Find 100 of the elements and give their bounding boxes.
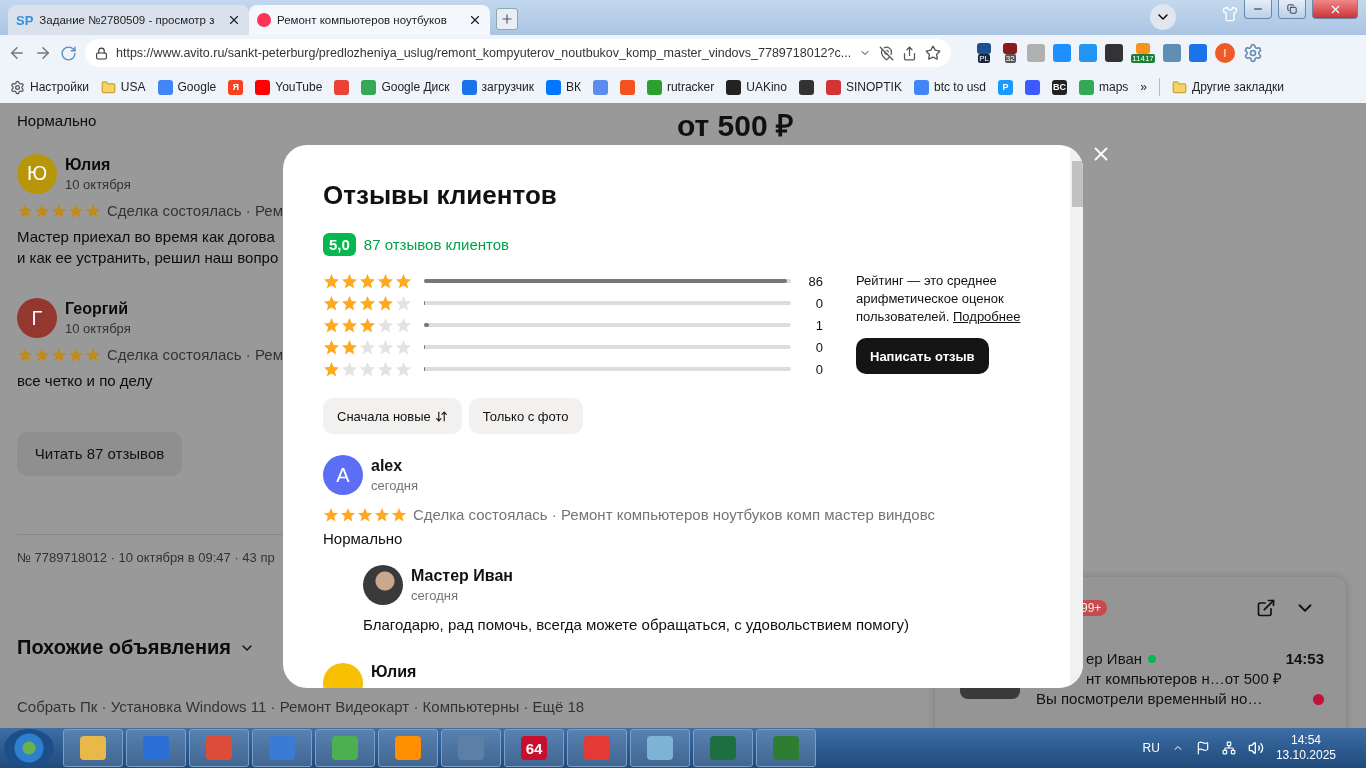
reload-icon[interactable] xyxy=(60,44,77,62)
chat-name: ер Иван xyxy=(1086,649,1143,669)
taskbar-app[interactable] xyxy=(441,729,501,767)
bookmark-star-icon[interactable] xyxy=(925,45,942,61)
star-icon xyxy=(377,316,394,334)
gear-icon xyxy=(10,79,25,95)
star-icon xyxy=(341,294,358,312)
reviewer-name: Юлия xyxy=(371,663,417,682)
bookmark-icon[interactable]: BC xyxy=(1052,79,1067,95)
bookmark[interactable]: maps xyxy=(1079,79,1129,95)
review-text: все четко и по делу xyxy=(17,370,153,391)
taskbar-app[interactable] xyxy=(315,729,375,767)
more-bookmarks-button[interactable]: » xyxy=(1140,80,1147,94)
bookmark[interactable]: Google Диск xyxy=(361,79,450,95)
star-icon xyxy=(391,506,407,523)
review-date: 10 октября xyxy=(65,320,131,339)
taskbar-app[interactable] xyxy=(693,729,753,767)
star-icon xyxy=(341,338,358,356)
new-tab-button[interactable] xyxy=(496,8,518,30)
taskbar-app[interactable] xyxy=(63,729,123,767)
read-reviews-button[interactable]: Читать 87 отзывов xyxy=(17,431,182,476)
taskbar-app[interactable] xyxy=(126,729,186,767)
bookmark[interactable]: ВК xyxy=(545,79,581,95)
forward-icon[interactable] xyxy=(34,44,52,62)
rating-count: 0 xyxy=(814,339,823,355)
settings-icon[interactable] xyxy=(1242,43,1263,63)
close-button[interactable] xyxy=(1312,0,1358,19)
bookmark[interactable]: Настройки xyxy=(10,79,89,95)
clock[interactable]: 14:54 13.10.2025 xyxy=(1275,733,1336,763)
filter-chip[interactable]: Только с фото xyxy=(468,398,583,434)
site-icon xyxy=(461,79,477,95)
review-text: Нормально xyxy=(323,528,404,549)
bookmark[interactable]: Google xyxy=(157,79,217,95)
site-icon xyxy=(255,79,271,95)
language-indicator[interactable]: RU xyxy=(1142,741,1160,755)
volume-icon[interactable] xyxy=(1247,740,1264,756)
site-icon xyxy=(545,79,561,95)
tab-search-button[interactable] xyxy=(1150,4,1176,30)
star-icon xyxy=(395,360,412,378)
taskbar-app[interactable] xyxy=(378,729,438,767)
bookmark-folder[interactable]: Другие закладки xyxy=(1172,79,1284,95)
review-meta: Сделка состоялась · Рем xyxy=(107,345,283,366)
close-icon[interactable] xyxy=(227,13,241,27)
tab-favicon: SP xyxy=(16,12,34,28)
browser-tab[interactable]: Ремонт компьютеров ноутбуков xyxy=(249,5,490,35)
bookmark[interactable]: загрузчик xyxy=(461,79,534,95)
star-icon xyxy=(85,202,101,219)
bookmark-icon[interactable]: Я xyxy=(228,79,244,95)
taskbar-app[interactable] xyxy=(756,729,816,767)
extension-icon[interactable] xyxy=(977,43,992,54)
bookmark[interactable]: btc to usd xyxy=(913,79,986,95)
address-bar[interactable]: https://www.avito.ru/sankt-peterburg/predlozheniya_uslug/remont_kompyuterov_noutbukov_komp_master_vindovs_7789718012?c... xyxy=(85,39,952,67)
user-avatar: Г xyxy=(17,298,57,339)
bookmark[interactable]: USA xyxy=(100,79,146,95)
star-icon xyxy=(323,294,340,312)
site-icon xyxy=(157,79,173,95)
star-icon xyxy=(341,272,358,290)
external-link-icon[interactable] xyxy=(1256,598,1276,618)
extension-badge: 32 xyxy=(1004,54,1016,63)
star-icon xyxy=(377,294,394,312)
extension-icon[interactable] xyxy=(1003,43,1018,54)
extension-badge: PL xyxy=(978,54,991,63)
taskbar-app[interactable]: 64 xyxy=(504,729,564,767)
taskbar-app[interactable] xyxy=(252,729,312,767)
extension-badge: 11417 xyxy=(1131,54,1155,63)
share-icon[interactable] xyxy=(902,45,918,61)
restore-button[interactable] xyxy=(1278,0,1306,19)
bookmark[interactable]: rutracker xyxy=(646,79,715,95)
write-review-button[interactable]: Написать отзыв xyxy=(856,338,989,374)
bookmark[interactable]: SINOPTIK xyxy=(825,79,902,95)
start-button[interactable] xyxy=(4,729,54,767)
scrollbar-thumb[interactable] xyxy=(1072,161,1083,207)
taskbar-app[interactable] xyxy=(189,729,249,767)
star-icon xyxy=(34,346,50,363)
taskbar-app[interactable] xyxy=(567,729,627,767)
more-link[interactable]: Подробнее xyxy=(953,309,1021,324)
url-text: https://www.avito.ru/sankt-peterburg/predlozheniya_uslug/remont_kompyuterov_noutbukov_komp_master_vindovs_7789718012?c... xyxy=(116,46,852,60)
star-icon xyxy=(323,338,340,356)
close-icon[interactable] xyxy=(468,13,482,27)
bookmark-icon[interactable] xyxy=(798,79,814,95)
bookmark[interactable]: UAKino xyxy=(726,79,787,95)
star-icon xyxy=(377,272,394,290)
taskbar-app[interactable] xyxy=(630,729,690,767)
extension-icon[interactable] xyxy=(1105,44,1124,62)
filter-chip[interactable]: Сначала новые xyxy=(323,398,462,434)
star-icon xyxy=(359,294,376,312)
location-blocked-icon[interactable] xyxy=(879,45,895,61)
browser-tab[interactable]: SP Задание №2780509 - просмотр з xyxy=(8,5,249,35)
star-icon xyxy=(377,360,394,378)
site-icon xyxy=(825,79,841,95)
network-icon[interactable] xyxy=(1221,741,1236,755)
site-icon xyxy=(913,79,929,95)
back-icon[interactable] xyxy=(8,44,26,62)
tab-title: Ремонт компьютеров ноутбуков xyxy=(277,14,448,26)
flag-icon[interactable] xyxy=(1195,741,1210,755)
shirt-icon[interactable] xyxy=(1222,6,1238,22)
bookmark[interactable]: YouTube xyxy=(255,79,323,95)
tab-favicon-icon xyxy=(257,13,271,27)
minimize-button[interactable] xyxy=(1244,0,1272,19)
star-icon xyxy=(323,272,340,290)
